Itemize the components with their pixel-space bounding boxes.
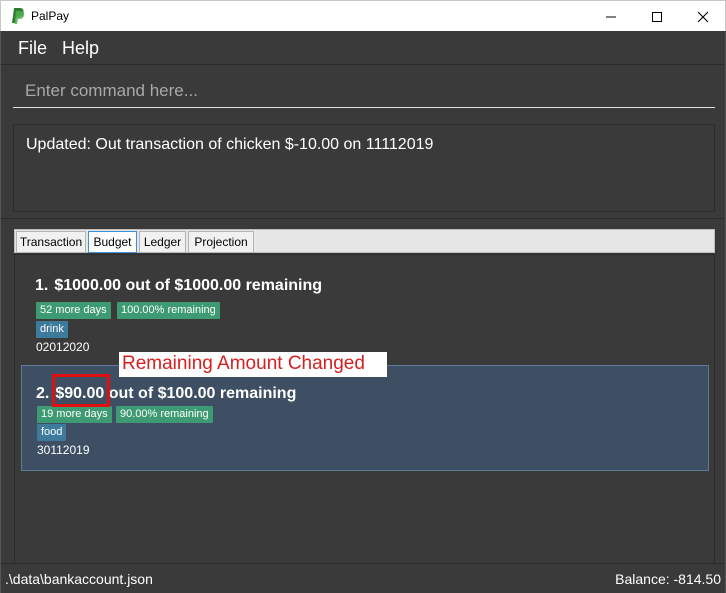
annotation-label: Remaining Amount Changed — [119, 352, 387, 377]
budget-index: 2. — [36, 385, 50, 402]
command-box — [1, 66, 725, 116]
annotation-text: Remaining Amount Changed — [122, 353, 365, 374]
budget-list[interactable]: 1. $1000.00 out of $1000.00 remaining 52 … — [14, 254, 715, 578]
maximize-button[interactable] — [634, 1, 680, 32]
status-bar: .\data\bankaccount.json Balance: -814.50 — [1, 563, 725, 593]
budget-title-rest: out of $100.00 remaining — [108, 385, 297, 402]
menu-bar: File Help — [1, 31, 725, 65]
menu-file[interactable]: File — [18, 38, 47, 59]
window-title: PalPay — [31, 9, 70, 23]
budget-index: 1. — [35, 277, 49, 294]
tab-projection[interactable]: Projection — [188, 231, 254, 253]
budget-date: 02012020 — [36, 340, 90, 354]
close-button[interactable] — [680, 1, 726, 32]
title-bar: PalPay — [0, 0, 726, 31]
budget-title-rest: out of $1000.00 remaining — [125, 277, 323, 294]
minimize-button[interactable] — [588, 1, 634, 32]
command-input[interactable] — [13, 75, 715, 108]
result-display: Updated: Out transaction of chicken $-10… — [13, 124, 715, 212]
tab-ledger[interactable]: Ledger — [139, 231, 186, 253]
balance: Balance: -814.50 — [615, 571, 721, 587]
budget-date: 30112019 — [37, 443, 90, 457]
percent-remaining-badge: 100.00% remaining — [117, 302, 220, 319]
days-left-badge: 19 more days — [37, 406, 112, 423]
tab-bar: Transaction Budget Ledger Projection — [14, 229, 715, 253]
app-window: File Help Updated: Out transaction of ch… — [0, 31, 726, 593]
result-message: Updated: Out transaction of chicken $-10… — [26, 136, 434, 153]
budget-card[interactable]: 1. $1000.00 out of $1000.00 remaining 52 … — [21, 259, 709, 357]
category-badge: drink — [36, 321, 68, 338]
menu-help[interactable]: Help — [62, 38, 99, 59]
tab-transaction[interactable]: Transaction — [16, 231, 86, 253]
paypal-logo-icon — [12, 8, 25, 24]
close-icon — [697, 11, 709, 22]
budget-title: 1. $1000.00 out of $1000.00 remaining — [35, 277, 322, 295]
budget-amount: $1000.00 — [54, 277, 122, 294]
divider — [1, 218, 725, 219]
tab-budget[interactable]: Budget — [88, 231, 137, 253]
minimize-icon — [606, 16, 616, 17]
days-left-badge: 52 more days — [36, 302, 111, 319]
percent-remaining-badge: 90.00% remaining — [116, 406, 213, 423]
category-badge: food — [37, 424, 67, 441]
annotation-highlight-box — [52, 374, 110, 407]
file-path: .\data\bankaccount.json — [5, 571, 153, 587]
maximize-icon — [652, 11, 662, 22]
budget-card-selected[interactable]: 2. $90.00 out of $100.00 remaining 19 mor… — [21, 365, 709, 471]
